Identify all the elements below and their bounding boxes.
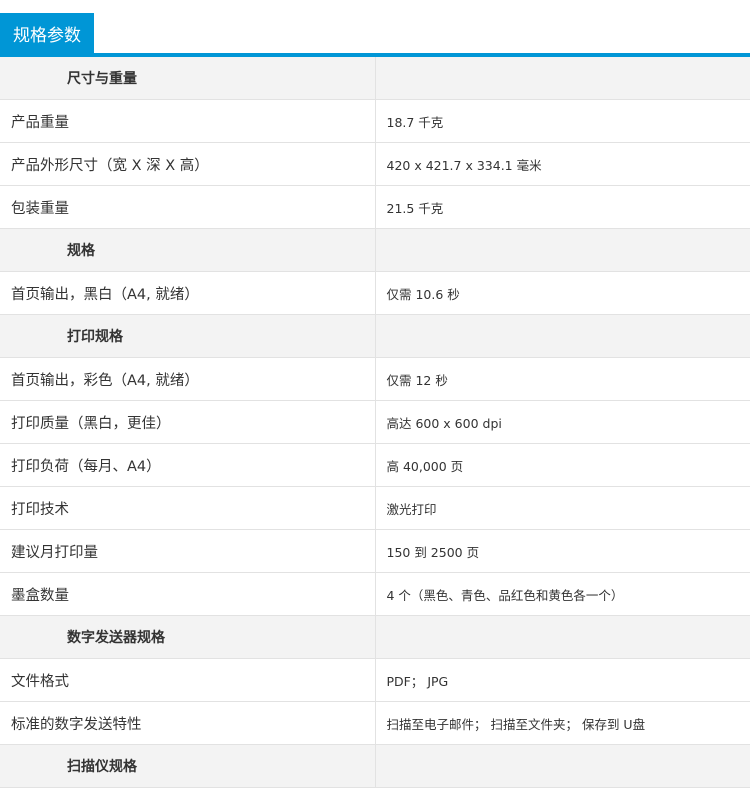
spec-value: 150 到 2500 页 (375, 529, 750, 573)
spec-value: 激光打印 (375, 486, 750, 530)
spec-label: 建议月打印量 (0, 529, 376, 573)
spec-row: 包装重量 21.5 千克 (0, 185, 750, 229)
section-title: 尺寸与重量 (0, 57, 375, 100)
section-title: 打印规格 (0, 314, 375, 358)
spec-row: 标准的数字发送特性 扫描至电子邮件； 扫描至文件夹； 保存到 U盘 (0, 701, 750, 745)
section-title: 数字发送器规格 (0, 615, 375, 659)
spec-value: PDF； JPG (375, 658, 750, 702)
spec-row: 墨盒数量 4 个（黑色、青色、品红色和黄色各一个） (0, 572, 750, 616)
spec-label: 文件格式 (0, 658, 376, 702)
spec-value: 21.5 千克 (375, 185, 750, 229)
section-header: 规格 (0, 228, 750, 272)
spec-row: 首页输出，黑白（A4, 就绪） 仅需 10.6 秒 (0, 271, 750, 315)
spec-row: 首页输出，彩色（A4, 就绪） 仅需 12 秒 (0, 357, 750, 401)
spec-row: 文件格式 PDF； JPG (0, 658, 750, 702)
spec-value: 扫描至电子邮件； 扫描至文件夹； 保存到 U盘 (375, 701, 750, 745)
spec-label: 墨盒数量 (0, 572, 376, 616)
spec-value: 仅需 12 秒 (375, 357, 750, 401)
spec-row: 打印质量（黑白，更佳） 高达 600 x 600 dpi (0, 400, 750, 444)
spec-label: 标准的数字发送特性 (0, 701, 376, 745)
spec-label: 首页输出，黑白（A4, 就绪） (0, 271, 376, 315)
section-title: 规格 (0, 228, 375, 272)
spec-row: 打印技术 激光打印 (0, 486, 750, 530)
spec-value: 高达 600 x 600 dpi (375, 400, 750, 444)
spec-row: 产品重量 18.7 千克 (0, 99, 750, 143)
section-header: 扫描仪规格 (0, 744, 750, 788)
section-header: 打印规格 (0, 314, 750, 358)
spec-row: 建议月打印量 150 到 2500 页 (0, 529, 750, 573)
section-title: 扫描仪规格 (0, 744, 375, 788)
spec-label: 首页输出，彩色（A4, 就绪） (0, 357, 376, 401)
spec-row: 打印负荷（每月、A4） 高 40,000 页 (0, 443, 750, 487)
section-header: 数字发送器规格 (0, 615, 750, 659)
spec-value: 18.7 千克 (375, 99, 750, 143)
spec-value: 仅需 10.6 秒 (375, 271, 750, 315)
specs-tab[interactable]: 规格参数 (0, 13, 94, 53)
spec-label: 产品重量 (0, 99, 376, 143)
spec-value: 4 个（黑色、青色、品红色和黄色各一个） (375, 572, 750, 616)
spec-label: 包装重量 (0, 185, 376, 229)
specs-table: 尺寸与重量 产品重量 18.7 千克 产品外形尺寸（宽 X 深 X 高） 420… (0, 57, 750, 788)
spec-value: 高 40,000 页 (375, 443, 750, 487)
spec-label: 打印质量（黑白，更佳） (0, 400, 376, 444)
spec-row: 产品外形尺寸（宽 X 深 X 高） 420 x 421.7 x 334.1 毫米 (0, 142, 750, 186)
spec-label: 打印技术 (0, 486, 376, 530)
spec-label: 打印负荷（每月、A4） (0, 443, 376, 487)
specs-header: 规格参数 (0, 0, 750, 57)
spec-value: 420 x 421.7 x 334.1 毫米 (375, 142, 750, 186)
section-header: 尺寸与重量 (0, 57, 750, 100)
spec-label: 产品外形尺寸（宽 X 深 X 高） (0, 142, 376, 186)
